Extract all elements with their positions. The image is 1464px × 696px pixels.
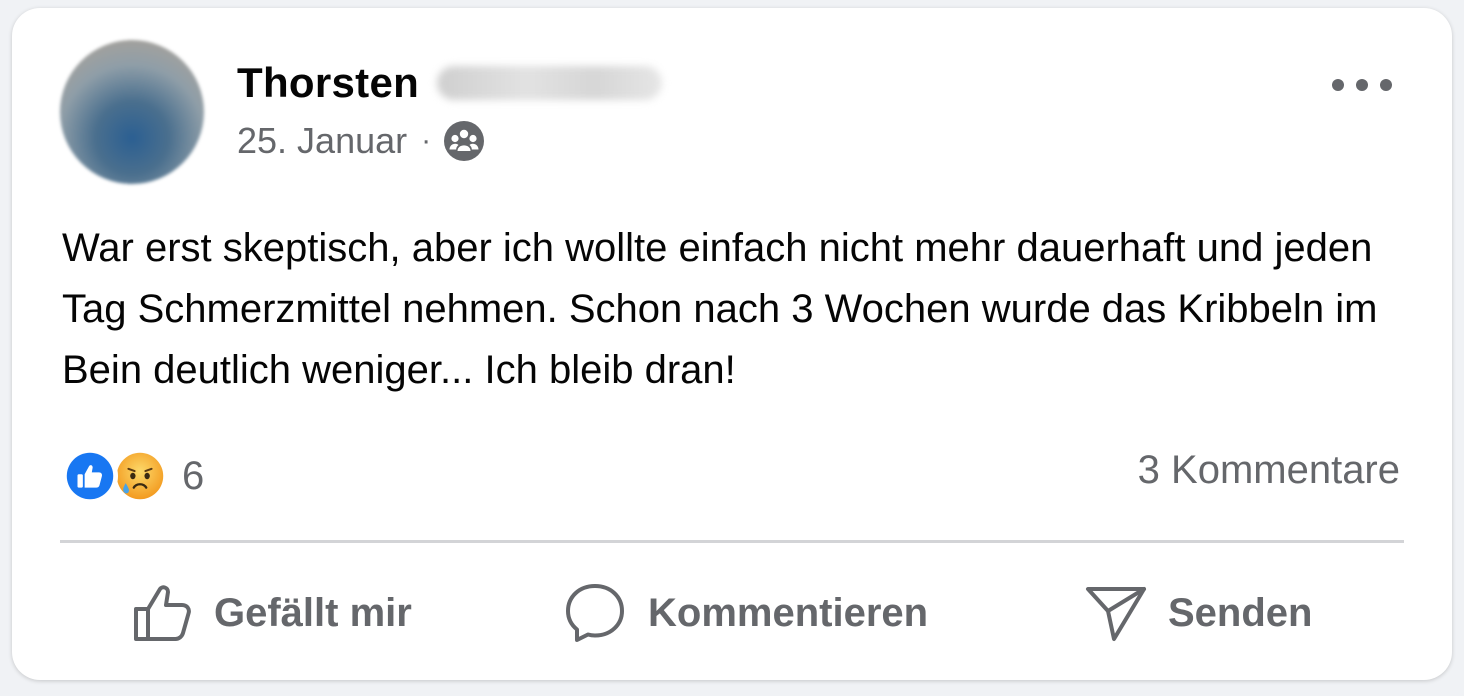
author-name[interactable]: Thorsten [237, 59, 419, 107]
comment-count-link[interactable]: 3 Kommentare [1138, 448, 1400, 493]
reaction-summary[interactable]: 6 [62, 446, 204, 506]
thumbs-up-icon [134, 585, 191, 641]
blurred-surname [437, 66, 663, 100]
send-button[interactable]: Senden [1084, 568, 1312, 658]
action-bar: Gefällt mir Kommentieren Senden [60, 568, 1404, 658]
sad-reaction-icon [112, 448, 168, 504]
like-button-label: Gefällt mir [214, 590, 412, 635]
author-row: Thorsten [237, 58, 663, 108]
comment-button[interactable]: Kommentieren [562, 568, 928, 658]
reaction-count: 6 [182, 453, 205, 498]
more-options-button[interactable] [1332, 70, 1392, 100]
meta-separator: · [421, 124, 432, 157]
group-icon[interactable] [443, 120, 485, 162]
more-dot [1380, 79, 1392, 91]
post-card: Thorsten 25. Januar · War erst skeptisch… [12, 8, 1452, 680]
comment-bubble-icon [566, 584, 624, 642]
more-dot [1332, 79, 1344, 91]
post-text: War erst skeptisch, aber ich wollte einf… [62, 226, 1378, 392]
divider [60, 540, 1404, 543]
like-button[interactable]: Gefällt mir [130, 568, 412, 658]
more-dot [1356, 79, 1368, 91]
comment-button-label: Kommentieren [648, 590, 929, 635]
post-meta: 25. Januar · [237, 118, 485, 164]
send-arrow-icon [1086, 587, 1146, 641]
avatar[interactable] [60, 40, 204, 184]
like-reaction-icon [62, 448, 118, 504]
send-button-label: Senden [1168, 590, 1313, 635]
post-date[interactable]: 25. Januar [237, 120, 407, 162]
